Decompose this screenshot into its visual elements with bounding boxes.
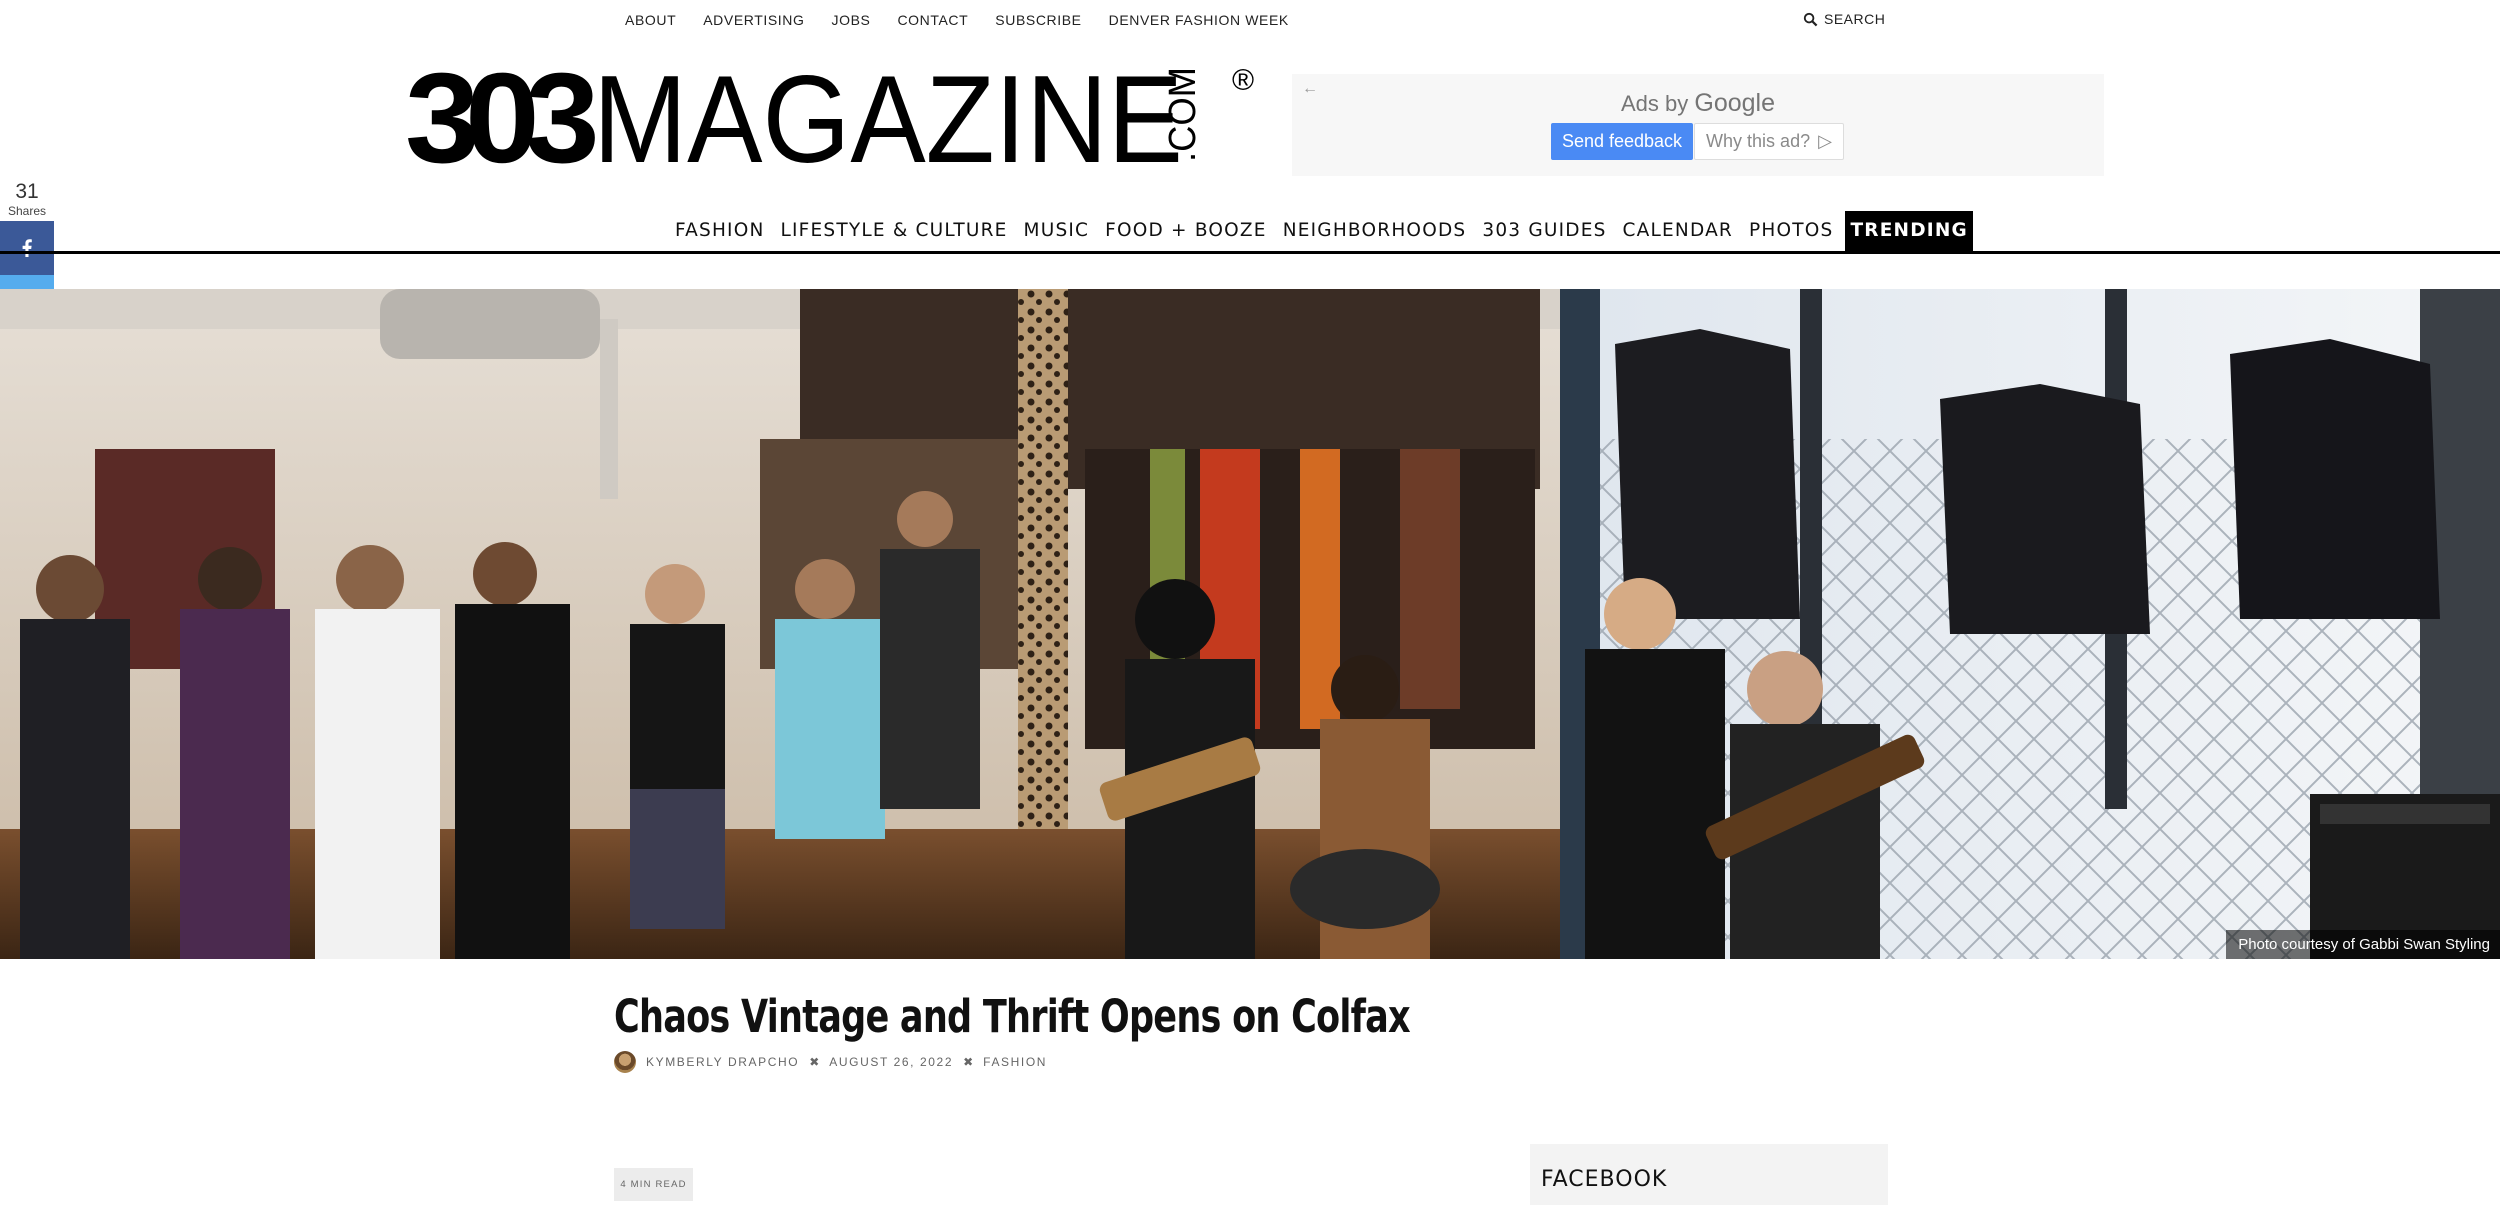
article-meta: KYMBERLY DRAPCHO ✖ AUGUST 26, 2022 ✖ FAS…	[614, 1051, 1047, 1073]
photo-credit: Photo courtesy of Gabbi Swan Styling	[2226, 930, 2500, 959]
meta-separator-icon: ✖	[963, 1055, 974, 1069]
google-wordmark: Google	[1694, 89, 1775, 117]
facebook-icon	[22, 239, 32, 257]
facebook-widget: FACEBOOK	[1530, 1144, 1888, 1205]
nav-link-contact[interactable]: CONTACT	[897, 12, 968, 28]
logo-registered: ®	[1232, 64, 1254, 97]
nav-music[interactable]: MUSIC	[1024, 211, 1090, 251]
author-name[interactable]: KYMBERLY DRAPCHO	[646, 1055, 799, 1069]
share-count: 31 Shares	[0, 180, 54, 218]
ads-by-google: Ads by Google	[1292, 89, 2104, 118]
nav-calendar[interactable]: CALENDAR	[1623, 211, 1733, 251]
hero-photo-illustration	[0, 289, 2500, 959]
article-title: Chaos Vintage and Thrift Opens on Colfax	[614, 990, 1411, 1043]
nav-neighborhoods[interactable]: NEIGHBORHOODS	[1283, 211, 1467, 251]
nav-lifestyle-culture[interactable]: LIFESTYLE & CULTURE	[781, 211, 1008, 251]
publish-date: AUGUST 26, 2022	[829, 1055, 954, 1069]
nav-trending[interactable]: TRENDING	[1845, 211, 1973, 251]
share-facebook-button[interactable]	[0, 221, 54, 275]
share-count-label: Shares	[7, 204, 47, 218]
facebook-widget-title: FACEBOOK	[1541, 1167, 1668, 1192]
nav-link-denver-fashion-week[interactable]: DENVER FASHION WEEK	[1109, 12, 1289, 28]
search-label: SEARCH	[1824, 11, 1886, 27]
nav-fashion[interactable]: FASHION	[675, 211, 765, 251]
main-nav: FASHION LIFESTYLE & CULTURE MUSIC FOOD +…	[675, 211, 1973, 251]
hero-image: Photo courtesy of Gabbi Swan Styling	[0, 289, 2500, 959]
nav-divider	[0, 251, 2500, 254]
nav-link-subscribe[interactable]: SUBSCRIBE	[995, 12, 1081, 28]
why-this-ad-label: Why this ad?	[1706, 131, 1811, 151]
author-avatar[interactable]	[614, 1051, 636, 1073]
nav-link-jobs[interactable]: JOBS	[832, 12, 871, 28]
ads-by-text: Ads by	[1620, 91, 1689, 116]
article-category[interactable]: FASHION	[983, 1055, 1047, 1069]
site-logo[interactable]: 303 MAGAZINE .COM ®	[405, 62, 1260, 172]
search-icon	[1803, 12, 1818, 26]
nav-photos[interactable]: PHOTOS	[1749, 211, 1833, 251]
utility-nav: ABOUT ADVERTISING JOBS CONTACT SUBSCRIBE…	[625, 12, 1316, 28]
ad-choices-icon: ▷	[1818, 131, 1832, 151]
send-feedback-button[interactable]: Send feedback	[1551, 123, 1693, 160]
nav-303-guides[interactable]: 303 GUIDES	[1482, 211, 1606, 251]
logo-com: .COM	[1162, 67, 1204, 162]
nav-link-about[interactable]: ABOUT	[625, 12, 676, 28]
why-this-ad-button[interactable]: Why this ad? ▷	[1694, 123, 1844, 160]
nav-link-advertising[interactable]: ADVERTISING	[703, 12, 804, 28]
nav-food-booze[interactable]: FOOD + BOOZE	[1105, 211, 1267, 251]
logo-303: 303	[405, 62, 595, 172]
read-time-badge: 4 MIN READ	[614, 1168, 693, 1201]
ad-banner: ← Ads by Google Send feedback Why this a…	[1292, 74, 2104, 176]
meta-separator-icon: ✖	[809, 1055, 820, 1069]
share-count-value: 31	[15, 180, 39, 203]
logo-magazine: MAGAZINE	[593, 62, 1183, 172]
search-button[interactable]: SEARCH	[1803, 11, 1885, 27]
